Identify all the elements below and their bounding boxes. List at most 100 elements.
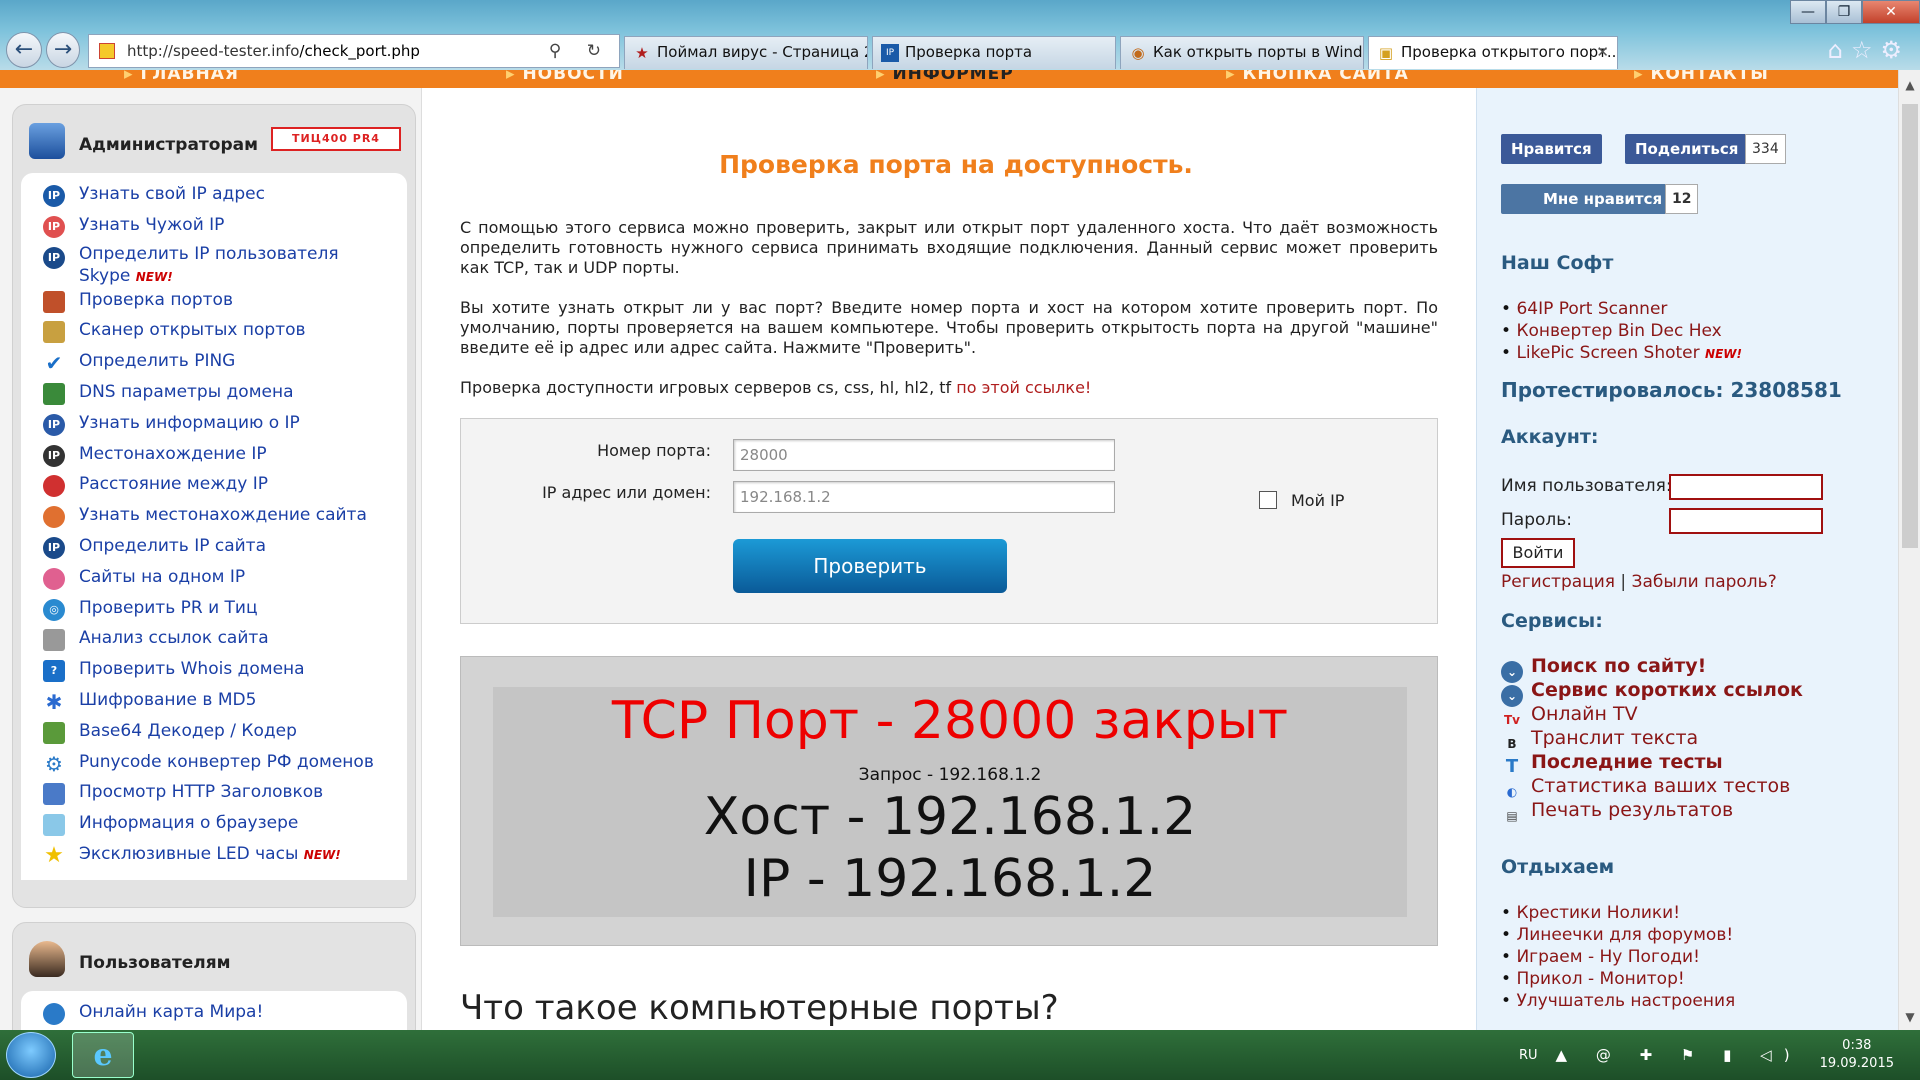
menu-dns[interactable]: DNS параметры домена: [21, 379, 407, 410]
menu-led-clock[interactable]: ★ Эксклюзивные LED часы NEW!: [21, 841, 407, 872]
page-scrollbar[interactable]: ▲ ▼: [1898, 70, 1920, 1030]
game-servers-link[interactable]: по этой ссылке!: [956, 378, 1091, 397]
print-icon: ▤: [1506, 809, 1518, 823]
menu-port-scanner[interactable]: Сканер открытых портов: [21, 317, 407, 348]
section-heading: Что такое компьютерные порты?: [460, 988, 1059, 1028]
address-bar[interactable]: http://speed-tester.info/check_port.php …: [88, 34, 620, 68]
my-ip-checkbox[interactable]: [1259, 491, 1277, 509]
relax-item[interactable]: Прикол - Монитор!: [1501, 968, 1735, 990]
menu-ping[interactable]: ✔ Определить PING: [21, 348, 407, 379]
home-favorites-settings-icons[interactable]: ⌂☆⚙: [1828, 36, 1910, 64]
url-path: /check_port.php: [299, 42, 420, 60]
menu-other-ip[interactable]: IP Узнать Чужой IP: [21, 212, 407, 243]
menu-site-location[interactable]: Узнать местонахождение сайта: [21, 502, 407, 533]
nav-main[interactable]: ГЛАВНАЯ: [124, 70, 239, 84]
scroll-thumb[interactable]: [1902, 104, 1918, 548]
menu-pr-tic[interactable]: ◎ Проверить PR и Тиц: [21, 595, 407, 626]
relax-item[interactable]: Играем - Ну Погоди!: [1501, 946, 1735, 968]
instructions-paragraph: Вы хотите узнать открыт ли у вас порт? В…: [460, 298, 1438, 357]
menu-sites-one-ip[interactable]: Сайты на одном IP: [21, 564, 407, 595]
menu-base64[interactable]: Base64 Декодер / Кодер: [21, 718, 407, 749]
soft-item[interactable]: Конвертер Bin Dec Hex: [1501, 320, 1742, 342]
ip-icon: IP: [881, 44, 899, 62]
soft-list: 64IP Port Scanner Конвертер Bin Dec Hex …: [1501, 298, 1742, 365]
register-link[interactable]: Регистрация: [1501, 572, 1615, 592]
menu-world-map[interactable]: Онлайн карта Мира!: [21, 999, 407, 1030]
username-input[interactable]: [1669, 474, 1823, 500]
tab-4-active[interactable]: ▣ Проверка открытого порт... ✕: [1368, 36, 1618, 69]
gear-icon: ⚙: [45, 751, 63, 776]
start-button[interactable]: [6, 1032, 56, 1078]
check-button[interactable]: Проверить: [733, 539, 1007, 593]
service-print[interactable]: ▤ Печать результатов: [1501, 798, 1733, 827]
soft-item[interactable]: LikePic Screen Shoter NEW!: [1501, 342, 1742, 365]
close-tab-icon[interactable]: ✕: [1596, 37, 1609, 68]
menu-browser-info[interactable]: Информация о браузере: [21, 810, 407, 841]
menu-punycode[interactable]: ⚙ Punycode конвертер РФ доменов: [21, 749, 407, 780]
menu-whois[interactable]: ? Проверить Whois домена: [21, 656, 407, 687]
menu-skype-ip[interactable]: IP Определить IP пользователя Skype NEW!: [21, 243, 407, 287]
menu-ip-distance[interactable]: Расстояние между IP: [21, 471, 407, 502]
password-input[interactable]: [1669, 508, 1823, 534]
scroll-up-icon[interactable]: ▲: [1899, 74, 1920, 96]
relax-list: Крестики Нолики! Линеечки для форумов! И…: [1501, 902, 1735, 1012]
menu-link-analysis[interactable]: Анализ ссылок сайта: [21, 625, 407, 656]
url-host: http://speed-tester.info: [127, 42, 300, 60]
minimize-button[interactable]: —: [1790, 0, 1826, 24]
relax-item[interactable]: Улучшатель настроения: [1501, 990, 1735, 1012]
close-window-button[interactable]: ✕: [1862, 0, 1920, 24]
tab-2[interactable]: IP Проверка порта: [872, 36, 1116, 69]
port-label: Номер порта:: [597, 441, 711, 460]
tab-label: Проверка порта: [905, 43, 1033, 61]
nav-informer[interactable]: ИНФОРМЕР: [876, 70, 1014, 84]
relax-item[interactable]: Линеечки для форумов!: [1501, 924, 1735, 946]
tab-3[interactable]: ◉ Как открыть порты в Window...: [1120, 36, 1364, 69]
menu-md5[interactable]: ✱ Шифрование в MD5: [21, 687, 407, 718]
tab-1[interactable]: ★ Поймал вирус - Страница 2 -...: [624, 36, 868, 69]
menu-port-check[interactable]: Проверка портов: [21, 287, 407, 318]
forward-button[interactable]: →: [46, 32, 80, 68]
users-menu: Онлайн карта Мира!: [21, 991, 407, 1030]
clock-date: 19.09.2015: [1819, 1056, 1894, 1071]
clock[interactable]: 0:38 19.09.2015: [1820, 1037, 1894, 1073]
soft-item[interactable]: 64IP Port Scanner: [1501, 298, 1742, 320]
nav-news[interactable]: НОВОСТИ: [506, 70, 624, 84]
fb-like-button[interactable]: Нравится: [1501, 134, 1602, 164]
fb-share-button[interactable]: Поделиться: [1625, 134, 1749, 164]
nav-contacts[interactable]: КОНТАКТЫ: [1634, 70, 1769, 84]
menu-my-ip[interactable]: IP Узнать свой IP адрес: [21, 181, 407, 212]
menu-http-headers[interactable]: Просмотр HTTP Заголовков: [21, 779, 407, 810]
people-icon: [43, 567, 65, 590]
admin-header: Администраторам ТИЦ400 PR4: [13, 105, 415, 173]
game-servers-paragraph: Проверка доступности игровых серверов cs…: [460, 378, 1092, 397]
maximize-button[interactable]: ❐: [1826, 0, 1862, 24]
port-input[interactable]: 28000: [733, 439, 1115, 471]
browser-chrome: ← → http://speed-tester.info/check_port.…: [0, 0, 1920, 70]
account-title: Аккаунт:: [1501, 426, 1599, 448]
ip-location-icon: IP: [43, 444, 65, 467]
search-refresh-icons[interactable]: ⚲ ↻: [549, 35, 611, 67]
question-icon: ?: [43, 660, 65, 683]
forgot-password-link[interactable]: Забыли пароль?: [1632, 572, 1777, 592]
ie-taskbar-icon[interactable]: e: [72, 1032, 134, 1078]
vk-like-button[interactable]: Мне нравится: [1501, 184, 1673, 214]
clock-time: 0:38: [1842, 1038, 1872, 1053]
menu-ip-location[interactable]: IP Местонахождение IP: [21, 441, 407, 472]
users-title: Пользователям: [79, 953, 231, 973]
tab-label: Поймал вирус - Страница 2 -...: [657, 43, 867, 61]
nav-site-button[interactable]: КНОПКА САЙТА: [1226, 70, 1409, 84]
result-box: TCP Порт - 28000 закрыт Запрос - 192.168…: [460, 656, 1438, 946]
tray-icons[interactable]: ▲ @ ✚ ⚑ ▮ ◁): [1556, 1046, 1802, 1064]
scroll-down-icon[interactable]: ▼: [1899, 1006, 1920, 1028]
relax-item[interactable]: Крестики Нолики!: [1501, 902, 1735, 924]
taskbar: e RU ▲ @ ✚ ⚑ ▮ ◁) 0:38 19.09.2015: [0, 1030, 1920, 1080]
language-indicator[interactable]: RU: [1519, 1048, 1538, 1063]
new-badge: NEW!: [135, 269, 173, 284]
check-icon: ✔: [45, 351, 63, 376]
host-input[interactable]: 192.168.1.2: [733, 481, 1115, 513]
back-button[interactable]: ←: [6, 32, 42, 68]
menu-ip-info[interactable]: IP Узнать информацию о IP: [21, 410, 407, 441]
soft-title: Наш Софт: [1501, 252, 1614, 274]
login-button[interactable]: Войти: [1501, 538, 1575, 568]
menu-site-ip[interactable]: IP Определить IP сайта: [21, 533, 407, 564]
